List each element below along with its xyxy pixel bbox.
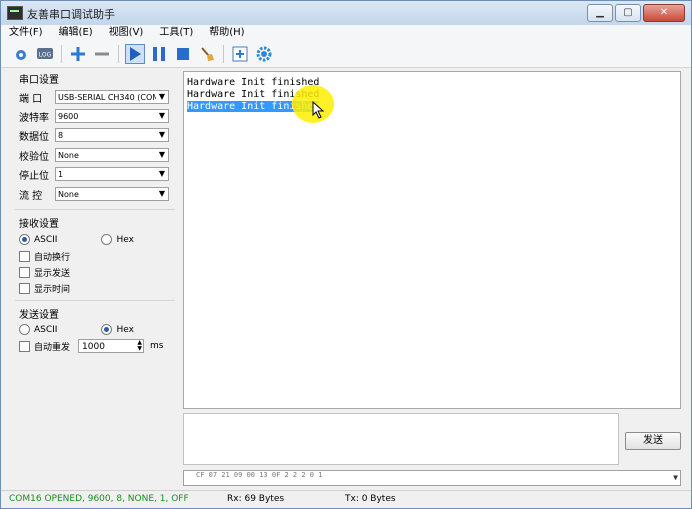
gear-icon [256,46,272,62]
show-time-checkbox[interactable]: 显示时间 [19,280,70,296]
flow-row: 流 控 None ▼ [19,186,169,202]
receive-area[interactable]: Hardware Init finished Hardware Init fin… [183,71,681,409]
port-row: 端 口 USB-SERIAL CH340 (COM16) ▼ [19,89,169,105]
send-button[interactable]: 发送 [625,432,681,450]
stopbits-select[interactable]: 1 ▼ [55,167,169,181]
flow-label: 流 控 [19,190,43,202]
new-window-button[interactable] [230,44,250,64]
rx-ascii-radio[interactable]: ASCII [19,233,57,245]
pause-button[interactable] [149,44,169,64]
stop-icon [177,48,189,60]
menu-bar: 文件(F) 编辑(E) 视图(V) 工具(T) 帮助(H) [1,25,691,41]
toolbar: LOG [1,41,691,68]
tx-hex-radio[interactable]: Hex [101,323,134,335]
auto-resend-row: 自动重发 1000 ▲ ▼ ms [19,338,163,354]
receive-line: Hardware Init finished [187,89,320,100]
tx-count: Tx: 0 Bytes [345,494,396,504]
chevron-down-icon: ▼ [156,91,168,103]
send-settings-title: 发送设置 [19,310,59,321]
minimize-button[interactable]: ▁ [587,4,613,22]
svg-text:LOG: LOG [39,52,52,59]
flow-select[interactable]: None ▼ [55,187,169,201]
chevron-down-icon: ▼ [156,168,168,180]
receive-settings-title: 接收设置 [19,219,59,230]
broom-icon [201,47,214,61]
window-title: 友善串口调试助手 [27,8,115,21]
stopbits-label: 停止位 [19,170,49,182]
receive-line-selected: Hardware Init finished [187,101,320,112]
databits-row: 数据位 8 ▼ [19,127,169,143]
rx-mode-row: ASCII Hex [19,231,134,247]
parity-row: 校验位 None ▼ [19,147,169,163]
rx-count: Rx: 69 Bytes [227,494,285,504]
log-button[interactable]: LOG [35,44,55,64]
databits-label: 数据位 [19,131,49,143]
tx-ascii-radio[interactable]: ASCII [19,323,57,335]
menu-file[interactable]: 文件(F) [9,25,43,41]
main-window: 友善串口调试助手 ▁ ▢ ✕ 文件(F) 编辑(E) 视图(V) 工具(T) 帮… [0,0,692,509]
chevron-down-icon: ▼ [156,110,168,122]
chevron-down-icon: ▼ [673,473,678,482]
close-button[interactable]: ✕ [643,4,685,22]
baud-row: 波特率 9600 ▼ [19,108,169,124]
port-status: COM16 OPENED, 9600, 8, NONE, 1, OFF [9,494,189,504]
remove-button[interactable] [92,44,112,64]
stop-button[interactable] [173,44,193,64]
pause-icon [153,47,165,61]
rx-hex-radio[interactable]: Hex [101,233,134,245]
add-button[interactable] [68,44,88,64]
log-icon: LOG [37,48,53,59]
interval-unit: ms [150,341,164,351]
parity-label: 校验位 [19,151,49,163]
menu-help[interactable]: 帮助(H) [209,25,244,41]
app-icon [7,6,23,20]
auto-resend-checkbox[interactable]: 自动重发 [19,340,70,353]
plus-icon [71,47,85,61]
add-window-icon [232,46,248,62]
chevron-down-icon: ▼ [156,149,168,161]
title-bar: 友善串口调试助手 ▁ ▢ ✕ [1,1,691,26]
baud-label: 波特率 [19,112,49,124]
play-button[interactable] [125,44,145,64]
maximize-button[interactable]: ▢ [615,4,641,22]
baud-select[interactable]: 9600 ▼ [55,109,169,123]
databits-select[interactable]: 8 ▼ [55,128,169,142]
minus-icon [95,52,109,56]
mouse-cursor-icon [312,101,325,119]
auto-wrap-checkbox[interactable]: 自动换行 [19,248,70,264]
settings-button[interactable] [254,44,274,64]
cursor-highlight [292,85,334,123]
port-icon [16,50,26,60]
send-input[interactable] [183,413,619,465]
serial-settings-title: 串口设置 [19,75,59,86]
receive-line: Hardware Init finished [187,77,320,88]
clear-button[interactable] [197,44,217,64]
spinner-icon[interactable]: ▲ ▼ [137,340,142,352]
port-select[interactable]: USB-SERIAL CH340 (COM16) ▼ [55,90,169,104]
history-select[interactable]: CF 07 21 09 00 13 0F 2 2 2 0 1 ▼ [183,470,681,486]
tx-mode-row: ASCII Hex [19,321,134,337]
menu-view[interactable]: 视图(V) [109,25,144,41]
chevron-down-icon: ▼ [156,129,168,141]
menu-edit[interactable]: 编辑(E) [59,25,93,41]
interval-input[interactable]: 1000 ▲ ▼ [78,339,145,353]
open-port-button[interactable] [11,44,31,64]
status-bar: COM16 OPENED, 9600, 8, NONE, 1, OFF Rx: … [1,490,691,508]
play-icon [130,47,141,61]
show-send-checkbox[interactable]: 显示发送 [19,264,70,280]
menu-tools[interactable]: 工具(T) [159,25,193,41]
stopbits-row: 停止位 1 ▼ [19,166,169,182]
settings-panel: 串口设置 端 口 USB-SERIAL CH340 (COM16) ▼ 波特率 9… [5,69,177,481]
port-label: 端 口 [19,93,43,105]
parity-select[interactable]: None ▼ [55,148,169,162]
chevron-down-icon: ▼ [156,188,168,200]
